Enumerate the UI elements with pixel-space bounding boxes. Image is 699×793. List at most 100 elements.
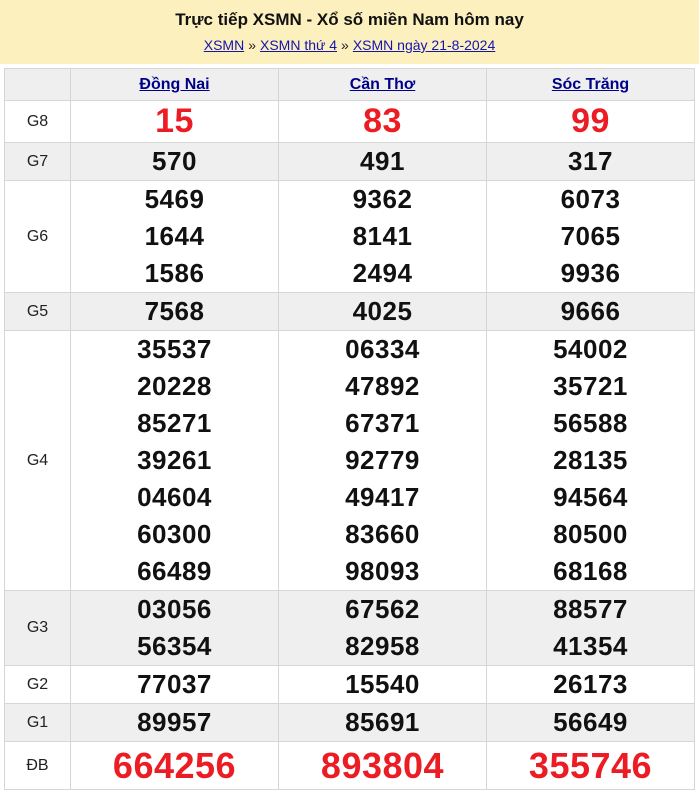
lottery-number: 06334 — [345, 334, 420, 364]
lottery-number: 7568 — [144, 296, 205, 326]
lottery-number: 15 — [155, 102, 194, 140]
prize-numbers-col-1: 83 — [278, 100, 487, 143]
prize-label: G1 — [4, 703, 71, 742]
prize-numbers-col-2: 26173 — [486, 665, 695, 704]
lottery-number: 66489 — [137, 556, 212, 586]
lottery-number: 03056 — [137, 594, 212, 624]
prize-numbers-col-2: 99 — [486, 100, 695, 143]
prize-row-G4: G4 35537 20228 85271 39261 04604 60300 66489 063… — [4, 330, 695, 591]
lottery-number: 35721 — [553, 371, 628, 401]
lottery-number: 41354 — [553, 631, 628, 661]
prize-numbers-col-0: 77037 — [70, 665, 279, 704]
lottery-number: 491 — [360, 146, 405, 176]
column-header-can-tho: Cần Thơ — [278, 68, 487, 101]
lottery-number: 82958 — [345, 631, 420, 661]
prize-label-column-header — [4, 68, 71, 101]
lottery-number: 2494 — [352, 258, 413, 288]
prize-numbers-col-0: 15 — [70, 100, 279, 143]
column-header-soc-trang: Sóc Trăng — [486, 68, 695, 101]
lottery-number: 49417 — [345, 482, 420, 512]
prize-row-G2: G2 77037 15540 26173 — [4, 665, 695, 704]
prize-numbers-col-1: 06334 47892 67371 92779 49417 83660 98093 — [278, 330, 487, 591]
page-title: Trực tiếp XSMN - Xổ số miền Nam hôm nay — [175, 10, 524, 29]
prize-numbers-col-1: 15540 — [278, 665, 487, 704]
lottery-number: 77037 — [137, 669, 212, 699]
lottery-number: 85691 — [345, 707, 420, 737]
prize-numbers-col-0: 89957 — [70, 703, 279, 742]
prize-row-G3: G3 03056 56354 67562 82958 88577 41354 — [4, 590, 695, 666]
prize-numbers-col-1: 491 — [278, 142, 487, 181]
breadcrumb-link-xsmn[interactable]: XSMN — [204, 37, 244, 53]
lottery-number: 9666 — [560, 296, 621, 326]
prize-numbers-col-1: 67562 82958 — [278, 590, 487, 666]
lottery-number: 664256 — [112, 745, 237, 786]
lottery-number: 83 — [363, 102, 402, 140]
breadcrumb-link-xsmn-thu-4[interactable]: XSMN thứ 4 — [260, 37, 337, 53]
prize-row-G1: G1 89957 85691 56649 — [4, 703, 695, 742]
lottery-number: 99 — [571, 102, 610, 140]
lottery-number: 355746 — [528, 745, 653, 786]
prize-numbers-col-2: 88577 41354 — [486, 590, 695, 666]
prize-numbers-col-1: 85691 — [278, 703, 487, 742]
lottery-number: 28135 — [553, 445, 628, 475]
lottery-number: 67562 — [345, 594, 420, 624]
lottery-number: 67371 — [345, 408, 420, 438]
lottery-number: 4025 — [352, 296, 413, 326]
lottery-number: 47892 — [345, 371, 420, 401]
prize-numbers-col-0: 7568 — [70, 292, 279, 331]
prize-row-G8: G8 15 83 99 — [4, 100, 695, 143]
lottery-number: 317 — [568, 146, 613, 176]
lottery-number: 54002 — [553, 334, 628, 364]
prize-label: G8 — [4, 100, 71, 143]
prize-label: G4 — [4, 330, 71, 591]
lottery-number: 88577 — [553, 594, 628, 624]
prize-row-G6: G6 5469 1644 1586 9362 8141 2494 6073 7065 9936 — [4, 180, 695, 293]
prize-label: G2 — [4, 665, 71, 704]
prize-numbers-col-0: 570 — [70, 142, 279, 181]
breadcrumb-separator: » — [341, 37, 349, 53]
province-link-dong-nai[interactable]: Đồng Nai — [139, 76, 209, 93]
prize-numbers-col-2: 56649 — [486, 703, 695, 742]
prize-numbers-col-0: 35537 20228 85271 39261 04604 60300 66489 — [70, 330, 279, 591]
prize-numbers-col-2: 54002 35721 56588 28135 94564 80500 68168 — [486, 330, 695, 591]
header-band: Trực tiếp XSMN - Xổ số miền Nam hôm nay … — [0, 0, 699, 64]
lottery-number: 893804 — [320, 745, 445, 786]
prize-numbers-col-0: 03056 56354 — [70, 590, 279, 666]
lottery-number: 7065 — [560, 221, 621, 251]
breadcrumb-link-xsmn-ngay[interactable]: XSMN ngày 21-8-2024 — [353, 37, 495, 53]
column-header-row: Đồng Nai Cần Thơ Sóc Trăng — [4, 68, 695, 101]
lottery-number: 6073 — [560, 184, 621, 214]
prize-row-G7: G7 570 491 317 — [4, 142, 695, 181]
lottery-number: 89957 — [137, 707, 212, 737]
prize-label: ĐB — [4, 741, 71, 790]
lottery-number: 68168 — [553, 556, 628, 586]
results-table: Đồng Nai Cần Thơ Sóc Trăng G8 15 83 99 G7 570… — [4, 68, 695, 790]
lottery-number: 04604 — [137, 482, 212, 512]
prize-row-G5: G5 7568 4025 9666 — [4, 292, 695, 331]
lottery-number: 9936 — [560, 258, 621, 288]
prize-numbers-col-0: 5469 1644 1586 — [70, 180, 279, 293]
province-link-can-tho[interactable]: Cần Thơ — [350, 76, 416, 93]
prize-numbers-col-2: 355746 — [486, 741, 695, 790]
lottery-number: 98093 — [345, 556, 420, 586]
prize-numbers-col-1: 9362 8141 2494 — [278, 180, 487, 293]
prize-numbers-col-2: 317 — [486, 142, 695, 181]
lottery-number: 39261 — [137, 445, 212, 475]
prize-row-ĐB: ĐB 664256 893804 355746 — [4, 741, 695, 790]
prize-numbers-col-2: 9666 — [486, 292, 695, 331]
lottery-number: 56354 — [137, 631, 212, 661]
lottery-number: 26173 — [553, 669, 628, 699]
lottery-number: 60300 — [137, 519, 212, 549]
province-link-soc-trang[interactable]: Sóc Trăng — [552, 76, 629, 93]
lottery-number: 20228 — [137, 371, 212, 401]
prize-label: G6 — [4, 180, 71, 293]
lottery-number: 56649 — [553, 707, 628, 737]
lottery-number: 94564 — [553, 482, 628, 512]
prize-numbers-col-1: 893804 — [278, 741, 487, 790]
lottery-number: 80500 — [553, 519, 628, 549]
breadcrumb-separator: » — [248, 37, 256, 53]
lottery-number: 92779 — [345, 445, 420, 475]
lottery-number: 8141 — [352, 221, 413, 251]
lottery-number: 9362 — [352, 184, 413, 214]
prize-numbers-col-2: 6073 7065 9936 — [486, 180, 695, 293]
